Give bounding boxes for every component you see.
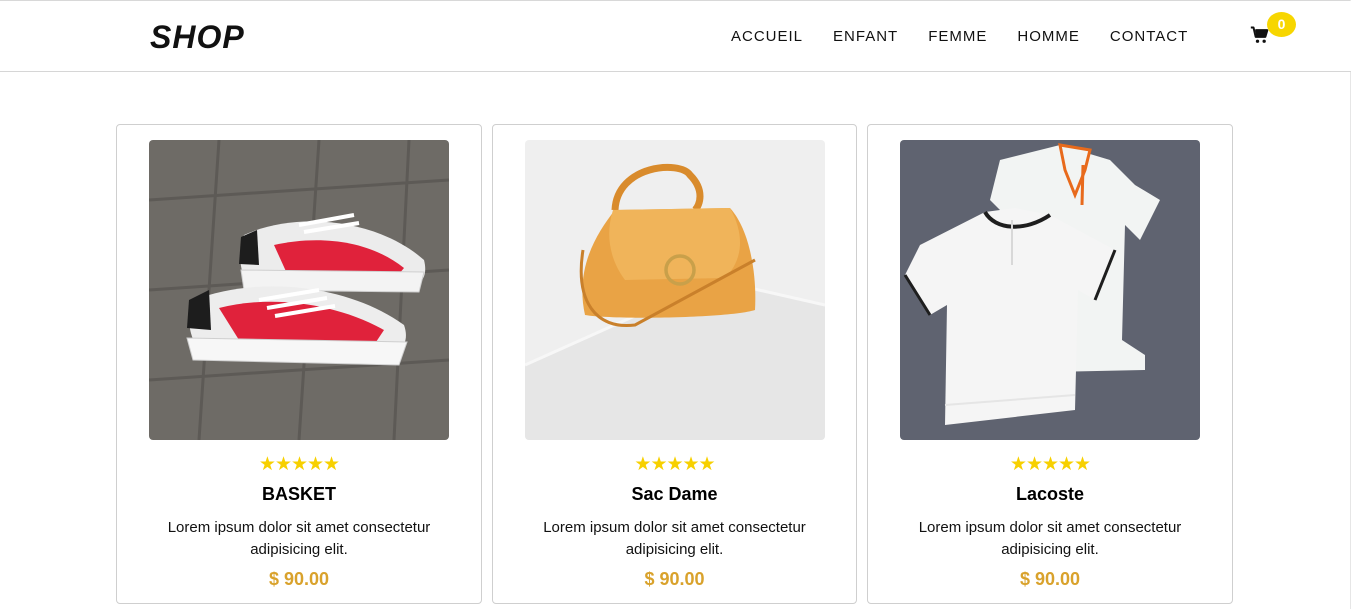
cart-count-badge: 0 — [1267, 12, 1296, 37]
product-description: Lorem ipsum dolor sit amet consectetur a… — [167, 519, 431, 558]
sneakers-image[interactable] — [149, 140, 449, 440]
rating-stars: ★★★★★ — [258, 454, 340, 475]
product-card[interactable]: ★★★★★ Lacoste Lorem ipsum dolor sit amet… — [867, 124, 1233, 604]
nav-link-contact[interactable]: CONTACT — [1110, 28, 1188, 45]
product-price: $ 90.00 — [644, 569, 705, 589]
product-name[interactable]: Lacoste — [868, 484, 1232, 505]
product-description: Lorem ipsum dolor sit amet consectetur a… — [918, 519, 1182, 558]
product-name[interactable]: Sac Dame — [493, 484, 856, 505]
rating-stars: ★★★★★ — [634, 454, 715, 475]
nav-link-enfant[interactable]: ENFANT — [833, 28, 898, 45]
main-nav: ACCUEIL ENFANT FEMME HOMME CONTACT — [731, 28, 1218, 45]
product-name[interactable]: BASKET — [117, 484, 481, 505]
product-description: Lorem ipsum dolor sit amet consectetur a… — [543, 519, 806, 558]
product-card[interactable]: ★★★★★ BASKET Lorem ipsum dolor sit amet … — [116, 124, 482, 604]
product-price: $ 90.00 — [268, 569, 330, 589]
nav-link-accueil[interactable]: ACCUEIL — [731, 28, 803, 45]
site-header: SHOP ACCUEIL ENFANT FEMME HOMME CONTACT … — [0, 1, 1351, 72]
polo-shirts-image[interactable] — [900, 140, 1200, 440]
rating-stars: ★★★★★ — [1009, 454, 1091, 475]
nav-link-femme[interactable]: FEMME — [928, 28, 987, 45]
nav-link-homme[interactable]: HOMME — [1017, 28, 1080, 45]
product-price: $ 90.00 — [1019, 569, 1081, 589]
product-card[interactable]: ★★★★★ Sac Dame Lorem ipsum dolor sit ame… — [492, 124, 857, 604]
logo[interactable]: SHOP — [150, 19, 245, 56]
handbag-image[interactable] — [525, 140, 825, 440]
product-grid: ★★★★★ BASKET Lorem ipsum dolor sit amet … — [116, 124, 1233, 604]
